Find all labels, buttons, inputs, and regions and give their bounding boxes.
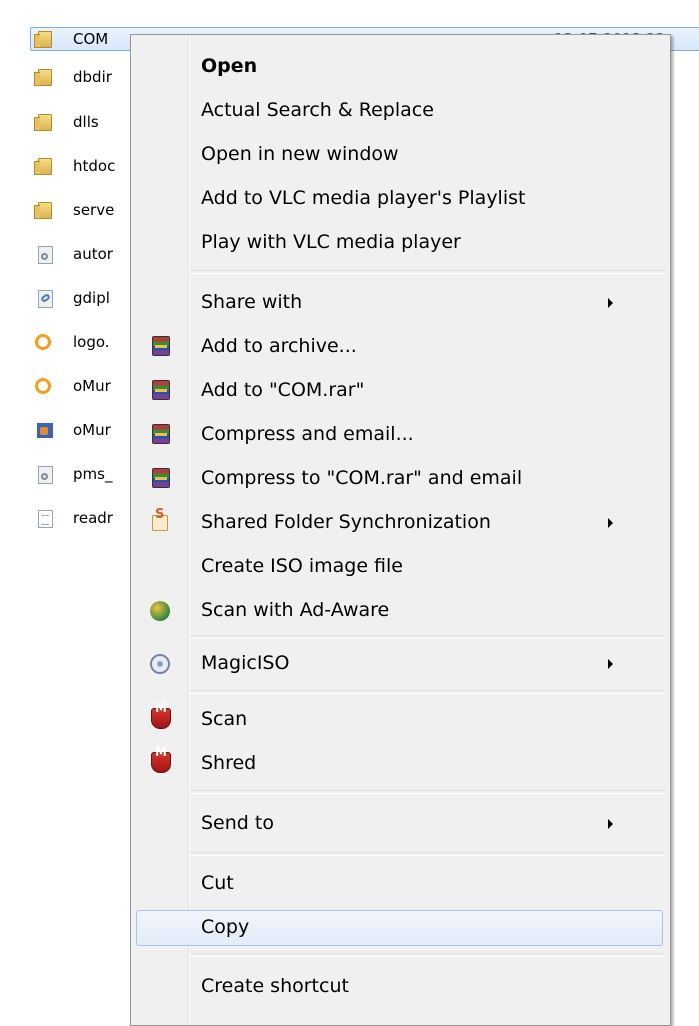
- menu-item-compress-and-email[interactable]: Compress and email...: [131, 417, 670, 451]
- file-name: gdipl: [73, 289, 110, 307]
- mcafee-shield-icon: [151, 701, 171, 729]
- magiciso-icon: [150, 654, 170, 674]
- menu-item-share-with[interactable]: Share with: [131, 285, 670, 319]
- menu-item-cut[interactable]: Cut: [131, 866, 670, 900]
- file-name: oMur: [73, 421, 111, 439]
- menu-item-label: Compress to "COM.rar" and email: [201, 467, 523, 489]
- file-name: readr: [73, 509, 113, 527]
- file-name: COM: [73, 30, 109, 48]
- submenu-arrow-icon: [608, 298, 613, 308]
- menu-item-label: Add to archive...: [201, 335, 357, 357]
- image-file-icon: [37, 423, 53, 438]
- file-name: logo.: [73, 333, 110, 351]
- menu-item-shared-folder-sync[interactable]: Shared Folder Synchronization: [131, 505, 670, 539]
- menu-item-label: Share with: [201, 291, 303, 313]
- link-file-icon: [38, 290, 53, 308]
- submenu-arrow-icon: [608, 659, 613, 669]
- menu-separator: [190, 635, 665, 639]
- menu-separator: [190, 690, 665, 694]
- mcafee-shield-icon: [151, 745, 171, 773]
- settings-file-icon: [38, 246, 53, 264]
- winrar-icon: [152, 468, 170, 488]
- text-file-icon: [38, 510, 53, 528]
- menu-separator: [190, 852, 665, 856]
- menu-item-create-shortcut[interactable]: Create shortcut: [131, 969, 670, 1003]
- menu-item-label: Shared Folder Synchronization: [201, 511, 491, 533]
- menu-item-play-vlc[interactable]: Play with VLC media player: [131, 225, 670, 259]
- menu-separator: [190, 270, 665, 274]
- folder-icon: [34, 69, 52, 86]
- menu-item-label: Open in new window: [201, 143, 399, 165]
- menu-item-label: Create ISO image file: [201, 555, 403, 577]
- menu-item-add-vlc-playlist[interactable]: Add to VLC media player's Playlist: [131, 181, 670, 215]
- menu-item-scan[interactable]: Scan: [131, 701, 670, 736]
- submenu-arrow-icon: [608, 819, 613, 829]
- menu-item-label: Copy: [201, 916, 250, 938]
- file-name: pms_: [73, 465, 113, 483]
- menu-item-label: Scan with Ad-Aware: [201, 599, 390, 621]
- menu-item-compress-to-com-rar-email[interactable]: Compress to "COM.rar" and email: [131, 461, 670, 495]
- menu-separator: [190, 953, 665, 957]
- adaware-icon: [150, 601, 170, 621]
- ring-file-icon: [35, 334, 51, 350]
- file-name: dbdir: [73, 68, 112, 86]
- menu-item-label: Add to "COM.rar": [201, 379, 365, 401]
- menu-item-add-to-com-rar[interactable]: Add to "COM.rar": [131, 373, 670, 407]
- menu-item-label: Shred: [201, 752, 257, 774]
- file-name: serve: [73, 201, 115, 219]
- winrar-icon: [152, 336, 170, 356]
- menu-item-label: MagicISO: [201, 652, 290, 674]
- menu-item-label: Compress and email...: [201, 423, 414, 445]
- settings-file-icon: [38, 466, 53, 484]
- menu-item-label: Actual Search & Replace: [201, 99, 434, 121]
- menu-item-actual-search-replace[interactable]: Actual Search & Replace: [131, 93, 670, 127]
- folder-icon: [34, 31, 52, 48]
- file-name: autor: [73, 245, 113, 263]
- winrar-icon: [152, 424, 170, 444]
- menu-item-copy[interactable]: Copy: [131, 910, 670, 946]
- winrar-icon: [152, 380, 170, 400]
- menu-item-label: Add to VLC media player's Playlist: [201, 187, 526, 209]
- ring-file-icon: [35, 378, 51, 394]
- file-name: dlls: [73, 113, 99, 131]
- menu-item-open-new-window[interactable]: Open in new window: [131, 137, 670, 171]
- menu-item-label: Cut: [201, 872, 234, 894]
- menu-item-open[interactable]: Open: [131, 49, 670, 83]
- folder-icon: [34, 158, 52, 175]
- menu-item-label: Scan: [201, 708, 248, 730]
- menu-item-label: Play with VLC media player: [201, 231, 461, 253]
- menu-item-scan-ad-aware[interactable]: Scan with Ad-Aware: [131, 593, 670, 627]
- menu-separator: [190, 790, 665, 794]
- menu-item-label: Open: [201, 55, 258, 77]
- shared-folder-icon: [152, 507, 168, 531]
- menu-item-create-iso[interactable]: Create ISO image file: [131, 549, 670, 583]
- folder-icon: [34, 202, 52, 219]
- file-name: oMur: [73, 377, 111, 395]
- menu-item-send-to[interactable]: Send to: [131, 806, 670, 840]
- menu-item-shred[interactable]: Shred: [131, 745, 670, 780]
- menu-item-label: Create shortcut: [201, 975, 349, 997]
- submenu-arrow-icon: [608, 518, 613, 528]
- folder-icon: [34, 114, 52, 131]
- menu-item-label: Send to: [201, 812, 274, 834]
- menu-item-add-to-archive[interactable]: Add to archive...: [131, 329, 670, 363]
- file-name: htdoc: [73, 157, 116, 175]
- menu-item-magiciso[interactable]: MagicISO: [131, 646, 670, 680]
- context-menu: Open Actual Search & Replace Open in new…: [130, 34, 671, 1026]
